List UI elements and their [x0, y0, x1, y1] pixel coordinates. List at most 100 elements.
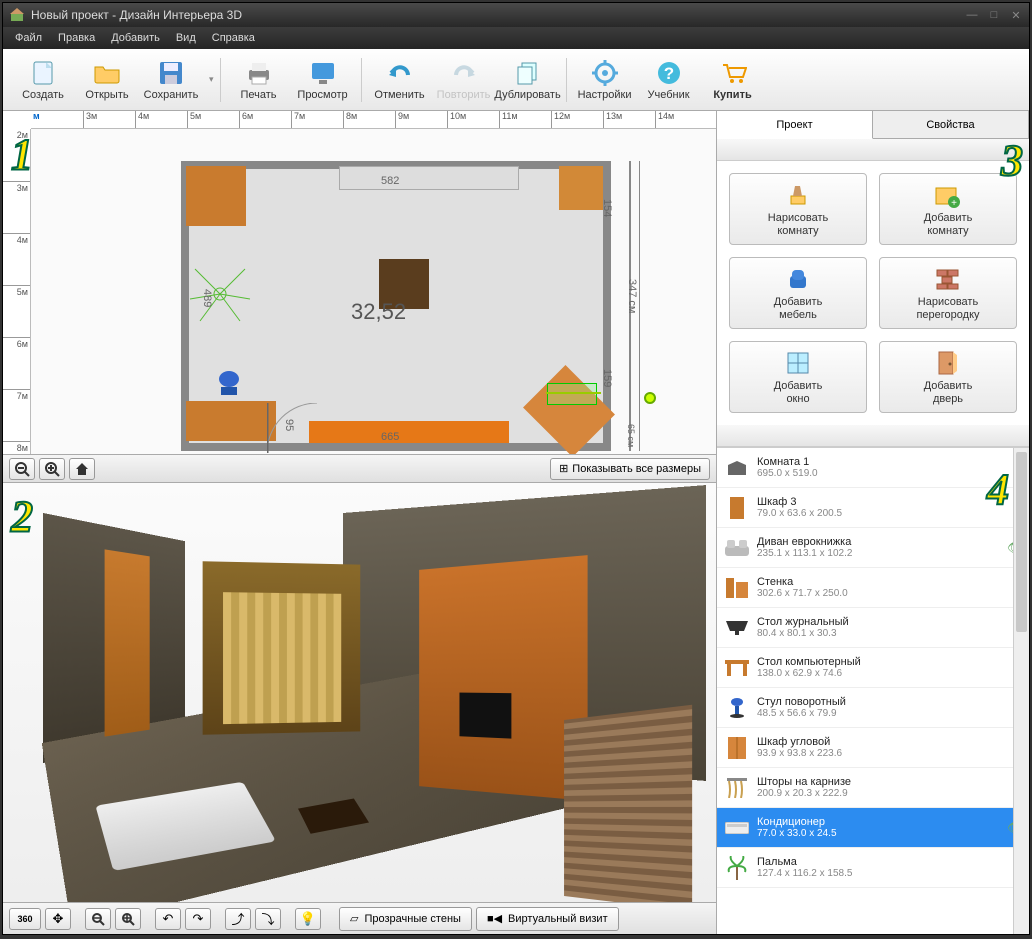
zoom-in-3d-button[interactable] [115, 908, 141, 930]
list-item[interactable]: Шкаф 379.0 x 63.6 x 200.5 [717, 488, 1029, 528]
transparent-walls-toggle[interactable]: ▱ Прозрачные стены [339, 907, 472, 931]
add-furniture-button[interactable]: Добавить мебель [729, 257, 867, 329]
redo-button[interactable]: Повторить [432, 52, 496, 108]
buy-button[interactable]: Купить [701, 52, 765, 108]
menu-add[interactable]: Добавить [103, 32, 168, 44]
dim-left: 489 [201, 289, 213, 307]
zoom-out-button[interactable] [9, 458, 35, 480]
help-button[interactable]: ? Учебник [637, 52, 701, 108]
furn-wall-unit[interactable] [309, 421, 509, 443]
menu-file[interactable]: Файл [7, 32, 50, 44]
virtual-visit-button[interactable]: ■◀ Виртуальный визит [476, 907, 619, 931]
view-3d-canvas[interactable] [3, 483, 716, 902]
object-name: Стул поворотный [757, 696, 999, 708]
scrollbar[interactable] [1013, 448, 1029, 934]
menubar: Файл Правка Добавить Вид Справка [3, 27, 1029, 49]
rotate-right-button[interactable]: ↷ [185, 908, 211, 930]
undo-button[interactable]: Отменить [368, 52, 432, 108]
zoom-out-3d-button[interactable] [85, 908, 111, 930]
show-dimensions-toggle[interactable]: ⊞ Показывать все размеры [550, 458, 710, 480]
cart-icon [719, 59, 747, 87]
main-area: м 3м 4м 5м 6м 7м 8м 9м 10м 11м 12м 13м 1… [3, 111, 1029, 934]
duplicate-button[interactable]: Дублировать [496, 52, 560, 108]
list-item[interactable]: Комната 1695.0 x 519.0 [717, 448, 1029, 488]
window-icon [784, 349, 812, 377]
open-button[interactable]: Открыть [75, 52, 139, 108]
light-button[interactable]: 💡 [295, 908, 321, 930]
print-button[interactable]: Печать [227, 52, 291, 108]
object-icon [725, 816, 749, 840]
tilt-up-button[interactable]: ⤴ [225, 908, 251, 930]
tilt-down-button[interactable]: ⤵ [255, 908, 281, 930]
save-button[interactable]: Сохранить [139, 52, 203, 108]
maximize-button[interactable]: □ [987, 8, 1001, 22]
close-button[interactable]: ✕ [1009, 8, 1023, 22]
list-item[interactable]: Стол журнальный80.4 x 80.1 x 30.3 [717, 608, 1029, 648]
zoom-in-button[interactable] [39, 458, 65, 480]
settings-button[interactable]: Настройки [573, 52, 637, 108]
object-name: Стенка [757, 576, 999, 588]
menu-view[interactable]: Вид [168, 32, 204, 44]
brick-icon [934, 265, 962, 293]
furn-curtains[interactable] [339, 166, 519, 190]
pencil-icon [784, 181, 812, 209]
object-icon [725, 616, 749, 640]
object-dimensions: 695.0 x 519.0 [757, 468, 999, 479]
dim-r2: 159 [601, 369, 613, 387]
rotate-left-button[interactable]: ↶ [155, 908, 181, 930]
object-name: Шкаф угловой [757, 736, 999, 748]
create-button[interactable]: Создать [11, 52, 75, 108]
list-item[interactable]: Стол компьютерный138.0 x 62.9 x 74.6 [717, 648, 1029, 688]
pan-button[interactable]: ✥ [45, 908, 71, 930]
object-name: Пальма [757, 856, 999, 868]
home-button[interactable] [69, 458, 95, 480]
object-dimensions: 302.6 x 71.7 x 250.0 [757, 588, 999, 599]
tabs: Проект Свойства [717, 111, 1029, 139]
minimize-button[interactable]: — [965, 8, 979, 22]
list-item[interactable]: Шторы на карнизе200.9 x 20.3 x 222.9 [717, 768, 1029, 808]
furn-ac-selected[interactable] [547, 383, 597, 405]
object-icon [725, 536, 749, 560]
object-name: Шкаф 3 [757, 496, 999, 508]
plan-canvas[interactable]: 582 347 см 154 159 65 см 489 95 665 32,5… [31, 129, 716, 454]
list-item[interactable]: Кондиционер77.0 x 33.0 x 24.5👁 [717, 808, 1029, 848]
undo-icon [386, 59, 414, 87]
add-room-button[interactable]: + Добавить комнату [879, 173, 1017, 245]
dim-top: 582 [381, 175, 399, 187]
list-item[interactable]: Пальма127.4 x 116.2 x 158.5 [717, 848, 1029, 888]
plan-2d-area: м 3м 4м 5м 6м 7м 8м 9м 10м 11м 12м 13м 1… [3, 111, 716, 483]
list-item[interactable]: Стенка302.6 x 71.7 x 250.0 [717, 568, 1029, 608]
section-objects-head [717, 425, 1029, 447]
room-add-icon: + [934, 181, 962, 209]
add-door-button[interactable]: Добавить дверь [879, 341, 1017, 413]
menu-help[interactable]: Справка [204, 32, 263, 44]
object-icon [725, 696, 749, 720]
rotate-360-button[interactable]: 360 [9, 908, 41, 930]
furn-wardrobe[interactable] [559, 166, 603, 210]
furn-desk[interactable] [186, 401, 276, 441]
camera-icon: ■◀ [487, 912, 502, 925]
object-dimensions: 235.1 x 113.1 x 102.2 [757, 548, 999, 559]
add-window-button[interactable]: Добавить окно [729, 341, 867, 413]
draw-room-button[interactable]: Нарисовать комнату [729, 173, 867, 245]
draw-partition-button[interactable]: Нарисовать перегородку [879, 257, 1017, 329]
object-list: Комната 1695.0 x 519.0Шкаф 379.0 x 63.6 … [717, 447, 1029, 934]
furn-wardrobe-corner[interactable] [186, 166, 246, 226]
list-item[interactable]: Диван еврокнижка235.1 x 113.1 x 102.2👁 [717, 528, 1029, 568]
ruler-vertical: 2м 3м 4м 5м 6м 7м 8м [3, 129, 31, 454]
dimensions-icon: ⊞ [559, 462, 568, 475]
object-icon [725, 656, 749, 680]
tab-project[interactable]: Проект [717, 111, 873, 139]
view-3d-area: 2 360 ✥ ↶ ↷ ⤴ ⤵ 💡 ▱ [3, 483, 716, 934]
object-icon [725, 736, 749, 760]
dim-bottom: 665 [381, 431, 399, 443]
list-item[interactable]: Стул поворотный48.5 x 56.6 x 79.9 [717, 688, 1029, 728]
preview-button[interactable]: Просмотр [291, 52, 355, 108]
question-icon: ? [655, 59, 683, 87]
furn-chair[interactable] [217, 369, 241, 397]
object-dimensions: 80.4 x 80.1 x 30.3 [757, 628, 999, 639]
furn-palm[interactable] [185, 259, 255, 329]
menu-edit[interactable]: Правка [50, 32, 103, 44]
tab-properties[interactable]: Свойства [873, 111, 1029, 138]
list-item[interactable]: Шкаф угловой93.9 x 93.8 x 223.6 [717, 728, 1029, 768]
